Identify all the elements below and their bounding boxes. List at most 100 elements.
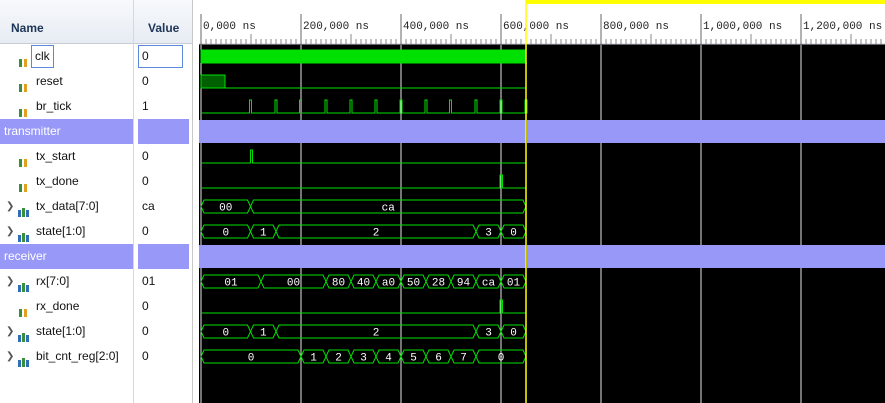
rx-wave-label: ca — [482, 278, 496, 290]
bit-cnt-wave-label: 0 — [498, 353, 505, 365]
signal-value: 0 — [142, 74, 149, 88]
signal-row[interactable]: br_tick — [0, 94, 133, 119]
rx-wave-label: 01 — [224, 278, 238, 290]
signal-row[interactable]: ❯ rx[7:0] — [0, 269, 133, 294]
rx-wave-label: 80 — [332, 278, 345, 290]
signal-name: tx_done — [36, 174, 79, 188]
cursor-marker — [526, 0, 885, 4]
signal-value-cell — [138, 244, 189, 269]
rx-wave-label: 40 — [357, 278, 370, 290]
rx-state-wave-label: 3 — [485, 328, 492, 340]
signal-name: state[1:0] — [36, 324, 86, 338]
bit-signal-icon — [18, 152, 30, 167]
name-header-label: Name — [11, 21, 44, 35]
rx-state-wave-label: 2 — [373, 328, 380, 340]
signal-name: rx_done — [36, 299, 80, 313]
signal-value-cell: 0 — [134, 319, 192, 344]
rx-wave-label: 01 — [507, 278, 521, 290]
signal-name: bit_cnt_reg[2:0] — [36, 349, 119, 363]
ruler-time-label: 600,000 ns — [503, 21, 569, 33]
ruler-time-label: 400,000 ns — [403, 21, 469, 33]
pane-splitter[interactable] — [192, 0, 199, 403]
rx-wave-label: 28 — [432, 278, 445, 290]
signal-row[interactable]: tx_start — [0, 144, 133, 169]
signal-value: 01 — [142, 274, 156, 288]
signal-value: 0 — [142, 299, 149, 313]
waveform-area[interactable]: 0,000 ns 200,000 ns 400,000 ns 600,000 ns 80… — [199, 0, 885, 403]
name-column: Name clk reset br_tick transmitter tx_startt… — [0, 0, 133, 403]
signal-value-cell: 1 — [134, 94, 192, 119]
tx-state-wave-label: 3 — [485, 228, 492, 240]
expand-chevron-icon[interactable]: ❯ — [6, 194, 14, 219]
group-row-transmitter[interactable]: transmitter — [0, 119, 133, 144]
signal-value: 0 — [142, 324, 149, 338]
signal-row[interactable]: rx_done — [0, 294, 133, 319]
signal-value-cell: 0 — [134, 219, 192, 244]
tx-state-wave-label: 1 — [260, 228, 267, 240]
signal-row[interactable]: ❯ tx_data[7:0] — [0, 194, 133, 219]
bit-cnt-wave-label: 3 — [360, 353, 367, 365]
signal-row[interactable]: reset — [0, 69, 133, 94]
ruler-time-label: 0,000 ns — [203, 21, 256, 33]
signal-value-cell: 0 — [134, 344, 192, 369]
signal-value: 0 — [142, 349, 149, 363]
group-row-receiver[interactable]: receiver — [0, 244, 133, 269]
transmitter-group-bar-tail — [527, 120, 885, 143]
br-tick-wave — [201, 99, 528, 114]
rx-wave-label: 00 — [287, 278, 300, 290]
transmitter-group-bar — [199, 120, 526, 143]
signal-value-cell: 0 — [134, 294, 192, 319]
signal-value-cell: 0 — [134, 69, 192, 94]
signal-row[interactable]: ❯ state[1:0] — [0, 219, 133, 244]
signal-value: 0 — [142, 174, 149, 188]
signal-row[interactable]: ❯ bit_cnt_reg[2:0] — [0, 344, 133, 369]
signal-name: clk — [31, 45, 54, 68]
bit-signal-icon — [18, 302, 30, 317]
value-column: Value 0 0 1 0 0 ca 0 01 0 0 0 — [133, 0, 192, 403]
ruler-time-label: 200,000 ns — [303, 21, 369, 33]
bus-signal-icon — [18, 277, 30, 292]
bus-signal-icon — [18, 327, 30, 342]
name-header[interactable]: Name — [0, 0, 133, 44]
receiver-group-bar-tail — [527, 245, 885, 268]
value-header-label: Value — [148, 21, 180, 35]
tx-done-wave — [201, 174, 526, 189]
receiver-group-bar — [199, 245, 526, 268]
bit-signal-icon — [18, 77, 30, 92]
signal-name: state[1:0] — [36, 224, 86, 238]
bit-cnt-wave-label: 4 — [385, 353, 392, 365]
value-header[interactable]: Value — [134, 0, 192, 44]
tx-state-wave-label: 0 — [222, 228, 229, 240]
tx-state-wave-label: 2 — [373, 228, 380, 240]
signal-value: 0 — [142, 224, 149, 238]
bit-cnt-wave-label: 0 — [248, 353, 255, 365]
expand-chevron-icon[interactable]: ❯ — [6, 344, 14, 369]
rx-done-wave — [201, 299, 526, 314]
signal-name: transmitter — [4, 124, 61, 138]
expand-chevron-icon[interactable]: ❯ — [6, 269, 14, 294]
signal-value: 1 — [142, 99, 149, 113]
bit-signal-icon — [18, 177, 30, 192]
ruler-time-label: 800,000 ns — [603, 21, 669, 33]
signal-value-cell: 0 — [134, 144, 192, 169]
signal-row[interactable]: clk — [0, 44, 133, 69]
signal-name: tx_data[7:0] — [36, 199, 99, 213]
bit-signal-icon — [18, 102, 30, 117]
bit-cnt-wave-label: 6 — [435, 353, 442, 365]
bus-signal-icon — [18, 352, 30, 367]
signal-row[interactable]: ❯ state[1:0] — [0, 319, 133, 344]
signal-row[interactable]: tx_done — [0, 169, 133, 194]
bit-cnt-wave-label: 7 — [460, 353, 467, 365]
bus-signal-icon — [18, 202, 30, 217]
bit-cnt-wave-label: 5 — [410, 353, 417, 365]
bus-signal-icon — [18, 227, 30, 242]
rx-state-wave-label: 0 — [510, 328, 517, 340]
tx-start-wave — [201, 149, 526, 164]
signal-value: 0 — [138, 45, 183, 68]
expand-chevron-icon[interactable]: ❯ — [6, 319, 14, 344]
signal-name: receiver — [4, 249, 47, 263]
signal-value-cell: ca — [134, 194, 192, 219]
expand-chevron-icon[interactable]: ❯ — [6, 219, 14, 244]
signal-value-cell: 0 — [134, 169, 192, 194]
tx-state-wave-label: 0 — [510, 228, 517, 240]
